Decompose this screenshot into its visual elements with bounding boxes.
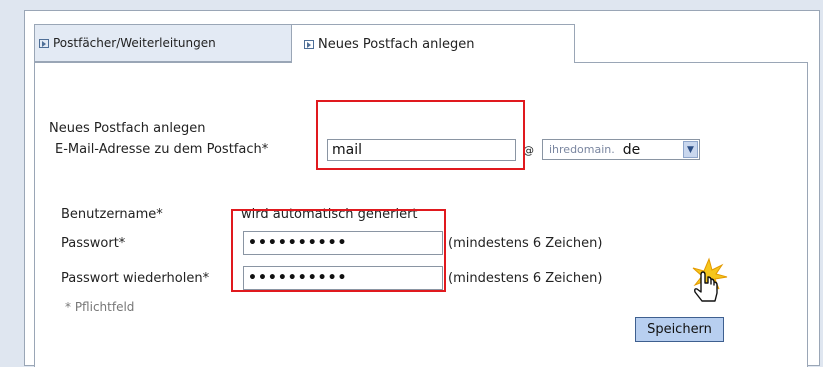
main-panel: Postfächer/Weiterleitungen Neues Postfac…	[24, 10, 820, 367]
domain-placeholder: ihredomain.	[549, 143, 615, 156]
username-label: Benutzername*	[61, 207, 163, 222]
chevron-down-icon[interactable]: ▼	[683, 141, 698, 158]
email-label: E-Mail-Adresse zu dem Postfach*	[55, 142, 269, 157]
tab-mailboxes-forwarding[interactable]: Postfächer/Weiterleitungen	[34, 24, 292, 62]
domain-select[interactable]: ihredomain. de ▼	[542, 139, 700, 160]
domain-tld: de	[622, 141, 641, 158]
tab-arrow-icon	[39, 38, 49, 48]
tab-label: Neues Postfach anlegen	[318, 36, 475, 52]
password-repeat-label: Passwort wiederholen*	[61, 271, 210, 286]
required-note: * Pflichtfeld	[65, 300, 135, 314]
tab-new-mailbox[interactable]: Neues Postfach anlegen	[291, 24, 575, 63]
hand-cursor-icon	[692, 257, 728, 302]
username-value: wird automatisch generiert	[241, 207, 418, 222]
save-button[interactable]: Speichern	[635, 317, 724, 342]
at-sign: @	[523, 144, 534, 157]
email-field[interactable]	[327, 139, 516, 161]
password-label: Passwort*	[61, 236, 126, 251]
form-content: Neues Postfach anlegen E-Mail-Adresse zu…	[34, 62, 808, 367]
tab-label: Postfächer/Weiterleitungen	[53, 36, 216, 50]
tab-arrow-icon	[304, 39, 314, 49]
password-repeat-field[interactable]	[243, 266, 443, 290]
password-hint: (mindestens 6 Zeichen)	[448, 236, 603, 251]
password-repeat-hint: (mindestens 6 Zeichen)	[448, 271, 603, 286]
form-heading: Neues Postfach anlegen	[49, 121, 206, 136]
password-field[interactable]	[243, 231, 443, 255]
